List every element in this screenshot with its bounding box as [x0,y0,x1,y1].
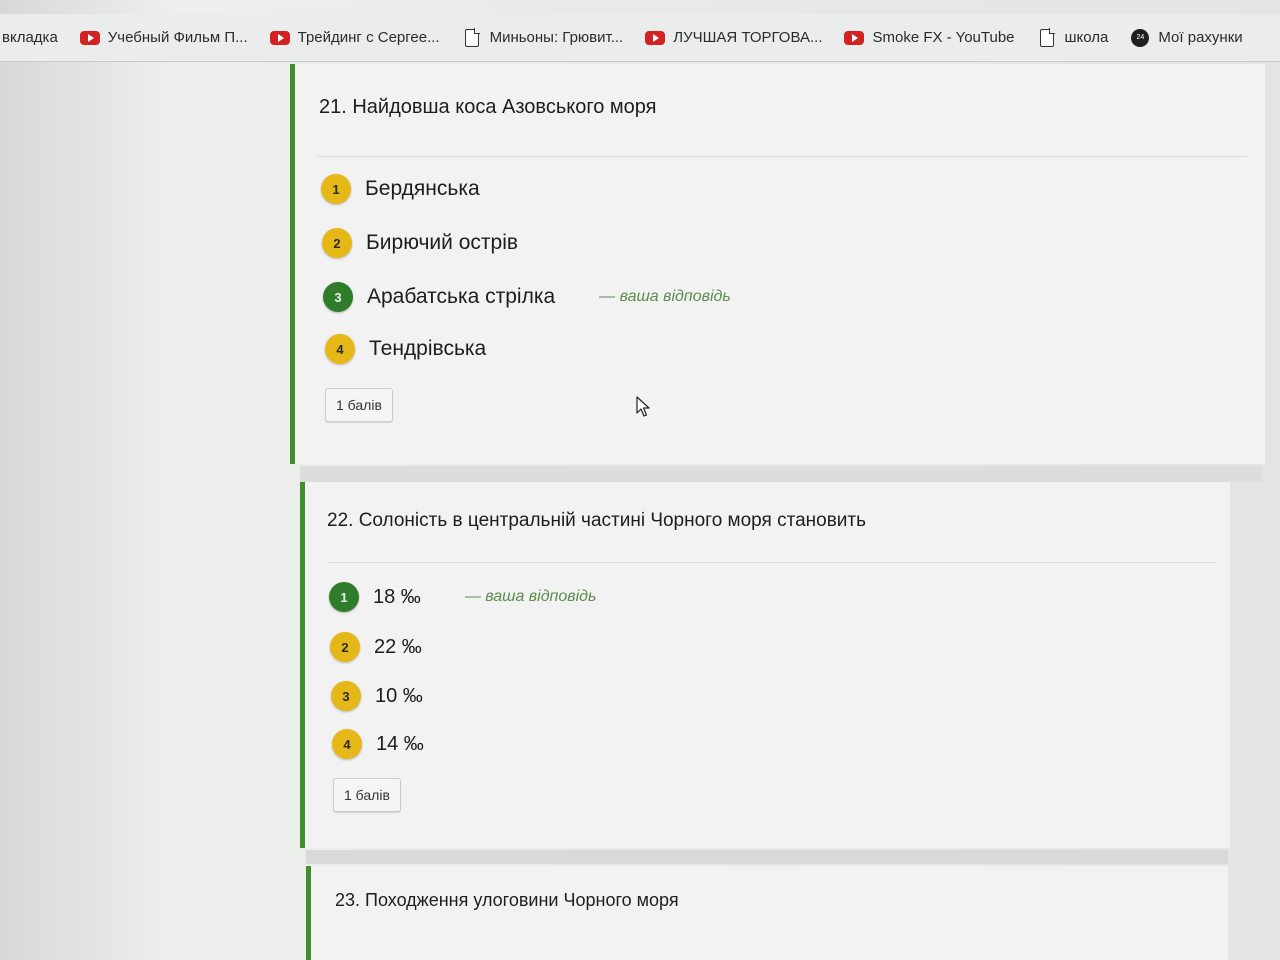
bookmark-label: ЛУЧШАЯ ТОРГОВА... [673,29,823,46]
bookmarks-bar: вкладка Учебный Фильм П... Трейдинг с Се… [0,14,1280,62]
option-label: 14 ‰ [376,732,424,755]
answer-option-selected: 1 18 ‰ — ваша відповідь [329,582,596,612]
card-separator [306,850,1228,864]
answer-option: 1 Бердянська [321,174,480,204]
question-title: 21. Найдовша коса Азовського моря [319,96,657,118]
option-label: Арабатська стрілка [367,285,556,308]
bookmark-label: Учебный Фильм П... [107,29,248,46]
option-label: 10 ‰ [375,684,423,707]
divider [327,562,1217,563]
bookmark-uchebny-film[interactable]: Учебный Фильм П... [79,29,248,46]
option-number-badge: 2 [330,632,360,662]
answer-option: 2 22 ‰ [330,632,422,662]
divider [317,156,1247,157]
your-answer-note: — ваша відповідь [464,588,597,605]
score-badge: 1 балів [333,778,401,812]
option-label: Бирючий острів [366,231,519,254]
bookmark-vkladka[interactable]: вкладка [2,29,58,46]
youtube-icon [844,30,865,45]
mouse-cursor-icon [636,396,650,417]
score-badge: 1 балів [325,388,393,422]
question-title: 23. Походження улоговини Чорного моря [335,890,679,910]
quiz-results-page: вкладка Учебный Фильм П... Трейдинг с Се… [0,0,1280,960]
option-number-badge: 3 [323,282,353,312]
option-number-badge: 2 [322,228,352,258]
question-title: 22. Солоність в центральній частині Чорн… [327,510,867,531]
bookmark-smoke-fx[interactable]: Smoke FX - YouTube [844,29,1015,46]
question-card-22: 22. Солоність в центральній частині Чорн… [300,482,1230,848]
document-icon [462,27,482,47]
bookmark-best-trading[interactable]: ЛУЧШАЯ ТОРГОВА... [645,29,822,46]
option-number-badge: 3 [331,681,361,711]
bookmark-label: Мої рахунки [1158,29,1243,46]
bookmark-minions[interactable]: Миньоны: Грювит... [462,27,624,47]
youtube-icon [79,30,100,45]
bookmark-label: школа [1064,29,1109,46]
question-card-23: 23. Походження улоговини Чорного моря [306,866,1228,960]
question-card-21: 21. Найдовша коса Азовського моря 1 Берд… [290,64,1265,464]
option-number-badge: 1 [329,582,359,612]
answer-option: 4 14 ‰ [332,729,424,759]
document-icon [1037,27,1057,47]
bookmark-label: Трейдинг с Сергее... [297,29,440,46]
option-label: Бердянська [365,177,480,200]
youtube-icon [269,30,290,45]
option-label: 18 ‰ [373,585,421,608]
bookmark-shkola[interactable]: школа [1037,27,1109,47]
circle-icon: 24 [1130,28,1150,47]
option-number-badge: 1 [321,174,351,204]
option-label: Тендрівська [369,337,487,360]
bookmark-label: Миньоны: Грювит... [489,29,624,46]
answer-option: 2 Бирючий острів [322,228,518,258]
option-number-badge: 4 [332,729,362,759]
bookmark-my-accounts[interactable]: 24 Мої рахунки [1130,28,1243,47]
answer-option: 4 Тендрівська [325,334,486,364]
bookmark-label: вкладка [2,29,58,46]
option-label: 22 ‰ [374,635,422,658]
your-answer-note: — ваша відповідь [599,288,731,305]
youtube-icon [645,30,666,45]
bookmark-trading[interactable]: Трейдинг с Сергее... [269,29,440,46]
answer-option: 3 10 ‰ [331,681,423,711]
bookmark-label: Smoke FX - YouTube [872,29,1015,46]
answer-option-selected: 3 Арабатська стрілка — ваша відповідь [323,282,731,312]
option-number-badge: 4 [325,334,355,364]
card-separator [300,466,1262,482]
